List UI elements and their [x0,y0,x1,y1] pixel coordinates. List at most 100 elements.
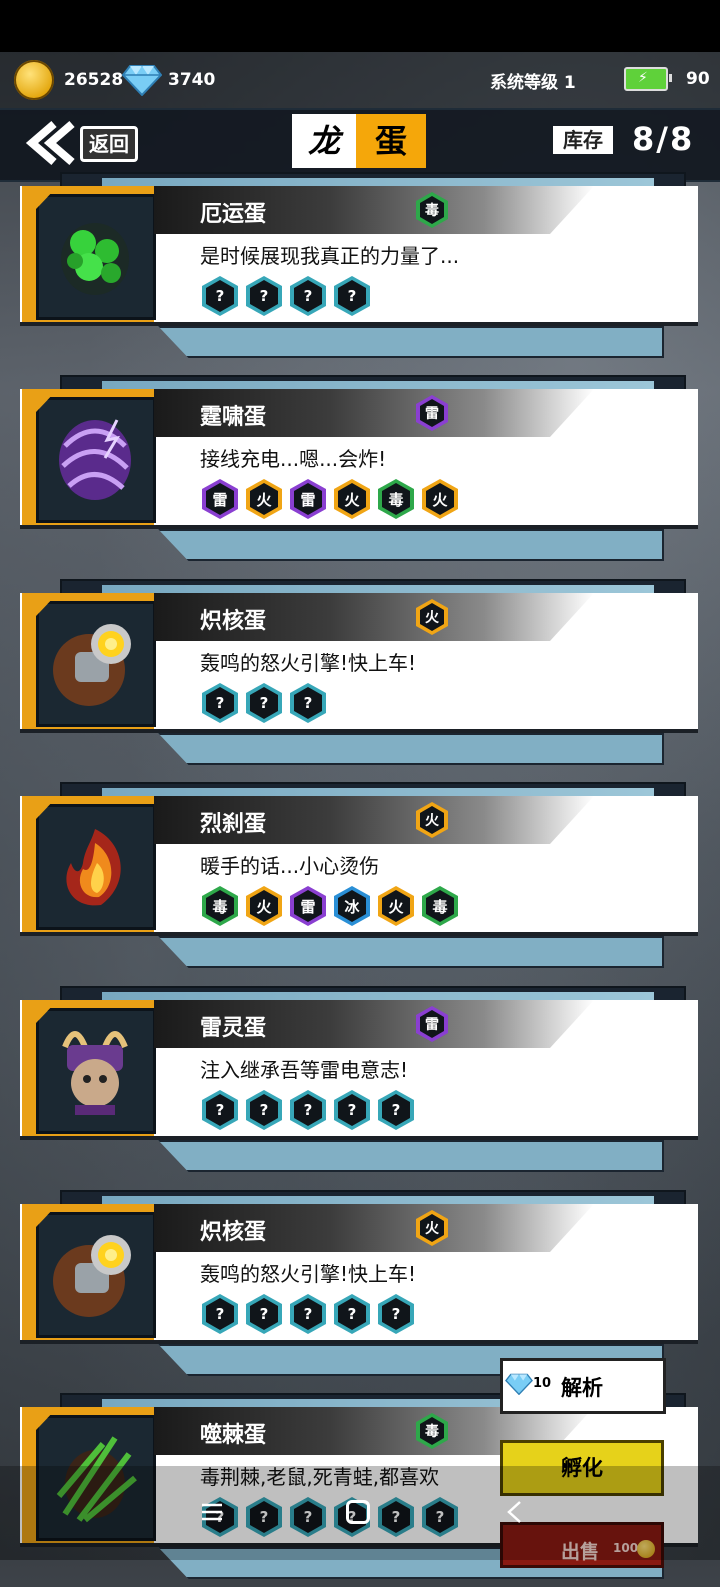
sell-button[interactable]: 出售 100 [500,1522,664,1568]
gem-count: 3740 [168,70,216,90]
gene-hex: 毒 [378,479,414,519]
egg-name: 厄运蛋 [200,202,267,227]
battery-icon: ⚡ [624,67,672,91]
gene-hex: ? [334,1090,370,1130]
gene-row: ? ? ? ? ? [202,1294,414,1334]
gene-hex: 火 [334,479,370,519]
title-left: 龙 [292,114,356,168]
gene-hex: 毒 [202,886,238,926]
gene-hex: 火 [422,479,458,519]
type-badge: 火 [416,802,448,838]
card-bottom-rail [158,529,664,561]
type-badge: 火 [416,1210,448,1246]
status-bar [0,0,720,52]
card-bottom-rail [158,733,664,765]
egg-name: 炽核蛋 [200,609,267,634]
battery-value: 90 [686,69,710,89]
type-badge: 毒 [416,192,448,228]
card-bottom-rail [158,326,664,358]
type-hex: 火 [416,802,448,838]
back-button[interactable]: 返回 [24,116,144,168]
egg-card[interactable]: 厄运蛋 毒 是时候展现我真正的力量了... ? ? ? ? [20,172,700,366]
type-hex: 火 [416,1210,448,1246]
card-bottom-rail [158,936,664,968]
type-hex: 雷 [416,395,448,431]
diamond-icon [505,1373,533,1395]
diamond-icon [122,65,162,96]
title-right: 蛋 [356,114,426,168]
gene-hex: ? [290,1090,326,1130]
menu-icon[interactable] [200,1500,224,1524]
type-badge: 雷 [416,1006,448,1042]
egg-portrait [36,1415,156,1541]
egg-portrait [36,1212,156,1338]
gene-hex: ? [290,1497,326,1537]
egg-card[interactable]: 雷灵蛋 雷 注入继承吾等雷电意志! ? ? ? ? ? [20,986,700,1180]
gene-hex: ? [290,276,326,316]
egg-description: 毒荆棘,老鼠,死青蛙,都喜欢 [200,1465,440,1489]
gene-hex: ? [246,1497,282,1537]
home-icon[interactable] [346,1500,370,1524]
gene-hex: 火 [246,479,282,519]
gene-row: 毒 火 雷 冰 火 毒 [202,886,458,926]
sell-cost: 100 [613,1541,639,1555]
gene-hex: 雷 [290,479,326,519]
gene-hex: ? [202,1090,238,1130]
egg-card[interactable]: 霆啸蛋 雷 接线充电...嗯...会炸! 雷 火 雷 火 毒 火 [20,375,700,569]
gene-hex: 雷 [202,479,238,519]
egg-description: 注入继承吾等雷电意志! [200,1058,409,1082]
egg-name: 炽核蛋 [200,1220,267,1245]
egg-portrait [36,194,156,320]
gene-hex: ? [202,276,238,316]
egg-card[interactable]: 炽核蛋 火 轰鸣的怒火引擎!快上车! ? ? ? ? ? [20,1190,700,1384]
coin-icon [637,1540,655,1558]
type-badge: 雷 [416,395,448,431]
card-bottom-rail [158,1140,664,1172]
gene-row: ? ? ? ? ? ? [202,1497,458,1537]
type-hex: 雷 [416,1006,448,1042]
egg-description: 是时候展现我真正的力量了... [200,244,460,268]
analyze-cost: 10 [533,1376,552,1391]
gene-hex: ? [246,683,282,723]
egg-portrait [36,804,156,930]
gene-hex: 火 [378,886,414,926]
stock-label: 库存 [553,126,613,154]
gene-hex: ? [202,1294,238,1334]
stock-value: 8/8 [632,120,695,158]
egg-portrait [36,397,156,523]
egg-description: 轰鸣的怒火引擎!快上车! [200,1262,417,1286]
page-title: 龙 蛋 [292,114,426,168]
type-badge: 火 [416,599,448,635]
coin-count: 26528 [64,70,124,90]
gene-hex: 火 [246,886,282,926]
gene-hex: ? [378,1497,414,1537]
egg-portrait [36,601,156,727]
egg-name: 雷灵蛋 [200,1016,267,1041]
gene-row: 雷 火 雷 火 毒 火 [202,479,458,519]
gene-row: ? ? ? ? [202,276,370,316]
gene-hex: ? [246,1090,282,1130]
hatch-button[interactable]: 孵化 [500,1440,664,1496]
gene-hex: 冰 [334,886,370,926]
system-level: 系统等级 1 [490,73,576,93]
coin-icon [14,60,54,100]
nav-back-icon[interactable] [506,1500,522,1524]
egg-card[interactable]: 炽核蛋 火 轰鸣的怒火引擎!快上车! ? ? ? [20,579,700,773]
gene-row: ? ? ? ? ? [202,1090,414,1130]
analyze-button[interactable]: 10 解析 [500,1358,666,1414]
gene-hex: ? [290,1294,326,1334]
gene-hex: 雷 [290,886,326,926]
egg-name: 霆啸蛋 [200,405,267,430]
egg-description: 轰鸣的怒火引擎!快上车! [200,651,417,675]
egg-name: 噬棘蛋 [200,1423,267,1448]
gene-hex: 毒 [422,886,458,926]
gene-hex: ? [378,1294,414,1334]
type-hex: 毒 [416,192,448,228]
egg-portrait [36,1008,156,1134]
egg-card[interactable]: 烈刹蛋 火 暖手的话...小心烫伤 毒 火 雷 冰 火 毒 [20,782,700,976]
gene-hex: ? [422,1497,458,1537]
gene-hex: ? [246,276,282,316]
gene-hex: ? [290,683,326,723]
egg-name: 烈刹蛋 [200,812,267,837]
back-label: 返回 [80,126,138,162]
